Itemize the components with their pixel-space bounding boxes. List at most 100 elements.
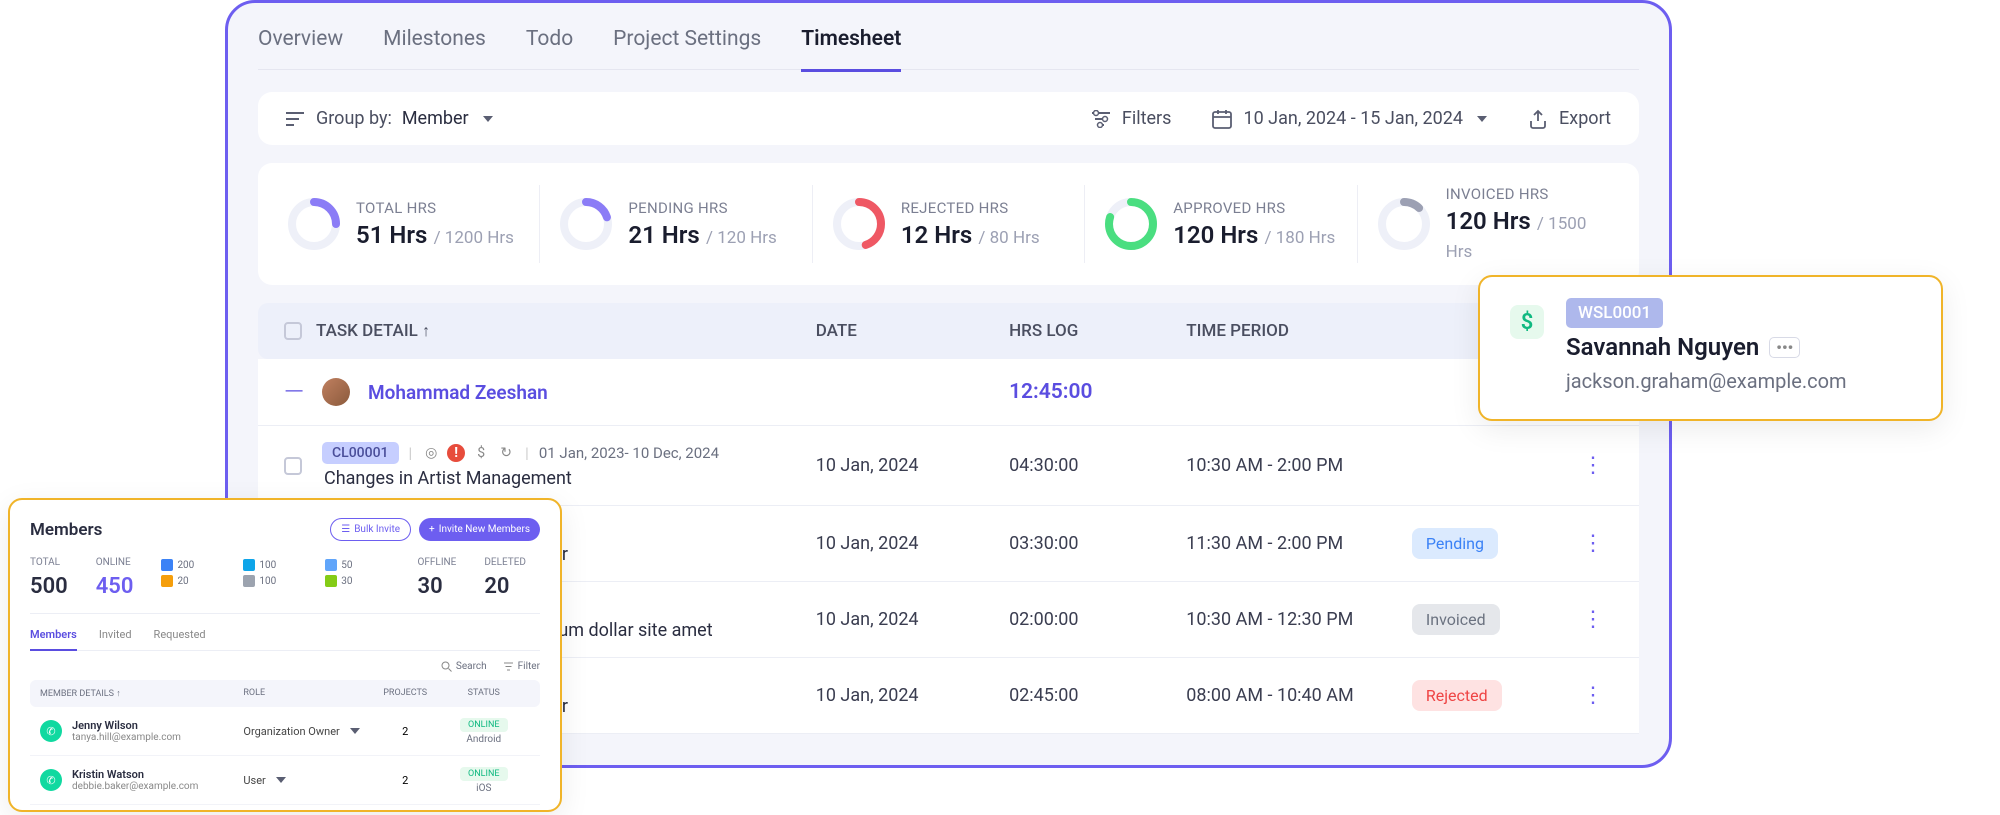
os-stat: 50 xyxy=(325,559,389,571)
dollar-icon: $ xyxy=(472,444,490,462)
group-by-selector[interactable]: Group by: Member xyxy=(286,108,493,129)
toolbar: Group by: Member Filters 10 Jan, 2024 - … xyxy=(258,92,1639,145)
client-name: Savannah Nguyen xyxy=(1566,333,1759,361)
filter-icon xyxy=(1090,110,1112,128)
select-all-checkbox[interactable] xyxy=(284,322,302,340)
group-total-hrs: 12:45:00 xyxy=(1009,380,1186,404)
row-hrs: 04:30:00 xyxy=(1009,455,1186,476)
table-header: TASK DETAIL ↑ DATE HRS LOG TIME PERIOD xyxy=(258,303,1639,359)
os-breakdown: 200100502010030 xyxy=(161,559,389,587)
os-stat: 100 xyxy=(243,575,313,587)
deleted-label: DELETED xyxy=(484,557,526,568)
main-tabs: Overview Milestones Todo Project Setting… xyxy=(258,21,1639,70)
stat-value: 21 Hrs / 120 Hrs xyxy=(628,221,776,249)
client-email: jackson.graham@example.com xyxy=(1566,369,1847,393)
status-badge: Rejected xyxy=(1412,680,1502,711)
tab-todo[interactable]: Todo xyxy=(526,21,573,57)
stats-row: TOTAL HRS 51 Hrs / 1200 Hrs PENDING HRS … xyxy=(258,163,1639,285)
client-popup: $ WSL0001 Savannah Nguyen ••• jackson.gr… xyxy=(1478,275,1943,421)
members-table-header: MEMBER DETAILS ↑ ROLE PROJECTS STATUS xyxy=(30,680,540,707)
member-email: tanya.hill@example.com xyxy=(72,732,181,743)
tab-timesheet[interactable]: Timesheet xyxy=(801,21,901,72)
tab-project-settings[interactable]: Project Settings xyxy=(613,21,761,57)
row-actions-button[interactable]: ⋮ xyxy=(1582,453,1604,478)
members-tab-members[interactable]: Members xyxy=(30,628,77,651)
stat-label: APPROVED HRS xyxy=(1173,199,1335,217)
collapse-icon[interactable]: — xyxy=(284,377,304,407)
stat-card: APPROVED HRS 120 Hrs / 180 Hrs xyxy=(1085,185,1357,263)
group-row[interactable]: — Mohammad Zeeshan 12:45:00 xyxy=(258,359,1639,426)
tab-milestones[interactable]: Milestones xyxy=(383,21,486,57)
member-name: Jenny Wilson xyxy=(72,719,181,732)
member-projects: 2 xyxy=(373,725,438,738)
row-actions-button[interactable]: ⋮ xyxy=(1582,683,1604,708)
stat-label: TOTAL HRS xyxy=(356,199,514,217)
chevron-down-icon xyxy=(1477,116,1487,122)
member-row[interactable]: ✆ Kristin Watsondebbie.baker@example.com… xyxy=(30,756,540,805)
bulk-invite-button[interactable]: ☰ Bulk Invite xyxy=(330,518,411,541)
os-stat: 200 xyxy=(161,559,231,571)
members-title: Members xyxy=(30,520,102,540)
table-row: CL00001| ◎!$↻ |01 Jan, 2023- 10 Dec, 202… xyxy=(258,426,1639,506)
row-actions-button[interactable]: ⋮ xyxy=(1582,607,1604,632)
row-checkbox[interactable] xyxy=(284,457,302,475)
web-icon xyxy=(161,559,173,571)
row-date: 10 Jan, 2024 xyxy=(816,609,1009,630)
row-period: 10:30 AM - 2:00 PM xyxy=(1186,455,1412,476)
stat-label: INVOICED HRS xyxy=(1446,185,1611,203)
search-icon xyxy=(441,661,452,672)
member-projects: 2 xyxy=(373,774,438,787)
date-range-value: 10 Jan, 2024 - 15 Jan, 2024 xyxy=(1243,108,1463,129)
member-row[interactable]: ✆ Jenny Wilsontanya.hill@example.com Org… xyxy=(30,707,540,756)
export-icon xyxy=(1527,109,1549,129)
members-tab-invited[interactable]: Invited xyxy=(99,628,132,650)
members-panel: Members ☰ Bulk Invite + Invite New Membe… xyxy=(8,498,562,812)
more-button[interactable]: ••• xyxy=(1769,337,1800,358)
stat-label: PENDING HRS xyxy=(628,199,776,217)
col-hrs-label[interactable]: HRS LOG xyxy=(1009,321,1186,341)
row-date: 10 Jan, 2024 xyxy=(816,533,1009,554)
tab-overview[interactable]: Overview xyxy=(258,21,343,57)
status-badge: Invoiced xyxy=(1412,604,1500,635)
row-hrs: 02:00:00 xyxy=(1009,609,1186,630)
members-search[interactable]: Search xyxy=(441,661,487,672)
row-date: 10 Jan, 2024 xyxy=(816,455,1009,476)
members-filter[interactable]: Filter xyxy=(503,661,540,672)
alert-icon: ! xyxy=(447,444,465,462)
col-date-label[interactable]: DATE xyxy=(816,321,1009,341)
row-actions-button[interactable]: ⋮ xyxy=(1582,531,1604,556)
export-label: Export xyxy=(1559,108,1611,129)
filters-label: Filters xyxy=(1122,108,1172,129)
progress-ring-icon xyxy=(558,196,614,252)
os-stat: 100 xyxy=(243,559,313,571)
online-badge: ONLINE xyxy=(460,718,507,732)
task-code-pill: CL00001 xyxy=(322,442,399,464)
chevron-down-icon xyxy=(350,728,360,734)
status-badge: Pending xyxy=(1412,528,1498,559)
progress-ring-icon xyxy=(831,196,887,252)
col-task-label[interactable]: TASK DETAIL ↑ xyxy=(316,321,430,341)
stat-card: TOTAL HRS 51 Hrs / 1200 Hrs xyxy=(268,185,540,263)
sort-asc-icon: ↑ xyxy=(116,689,121,699)
task-title[interactable]: Changes in Artist Management xyxy=(322,468,816,489)
role-selector[interactable]: User xyxy=(243,774,372,787)
sort-icon xyxy=(286,111,306,127)
row-period: 11:30 AM - 2:00 PM xyxy=(1186,533,1412,554)
member-device: Android xyxy=(438,734,530,745)
role-selector[interactable]: Organization Owner xyxy=(243,725,372,738)
col-period-label[interactable]: TIME PERIOD xyxy=(1186,321,1412,341)
row-period: 10:30 AM - 12:30 PM xyxy=(1186,609,1412,630)
task-meta-icons: ◎! $ ↻ xyxy=(422,444,515,462)
offline-label: OFFLINE xyxy=(418,557,457,568)
filters-button[interactable]: Filters xyxy=(1090,108,1172,129)
sync-icon: ↻ xyxy=(497,444,515,462)
mac-icon xyxy=(325,559,337,571)
stat-value: 120 Hrs / 1500 Hrs xyxy=(1446,207,1611,263)
stat-value: 51 Hrs / 1200 Hrs xyxy=(356,221,514,249)
members-tab-requested[interactable]: Requested xyxy=(154,628,206,650)
export-button[interactable]: Export xyxy=(1527,108,1611,129)
target-icon: ◎ xyxy=(422,444,440,462)
date-range-selector[interactable]: 10 Jan, 2024 - 15 Jan, 2024 xyxy=(1211,108,1487,129)
windows-icon xyxy=(243,559,255,571)
invite-new-button[interactable]: + Invite New Members xyxy=(419,518,540,541)
